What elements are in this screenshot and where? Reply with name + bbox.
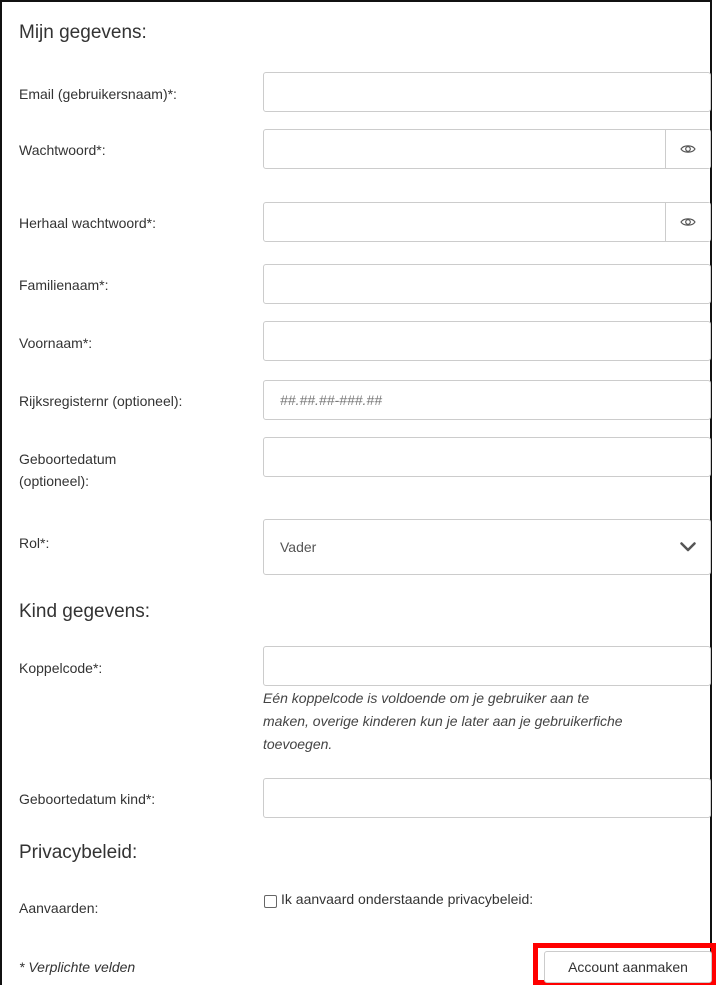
child-birthdate-label: Geboortedatum kind*: [19, 791, 156, 807]
lastname-field[interactable] [263, 264, 711, 304]
birthdate-label-line1: Geboortedatum [19, 451, 117, 467]
role-select[interactable]: Vader [263, 519, 711, 575]
show-password-repeat-toggle[interactable] [665, 203, 710, 241]
accept-label: Aanvaarden: [19, 900, 99, 916]
eye-icon [680, 145, 696, 153]
email-label: Email (gebruikersnaam)*: [19, 86, 177, 102]
password-repeat-field[interactable] [263, 202, 711, 242]
firstname-field[interactable] [263, 321, 711, 361]
section-title-privacybeleid: Privacybeleid: [19, 842, 138, 863]
link-code-help-line2: maken, overige kinderen kun je later aan… [263, 713, 623, 729]
show-password-toggle[interactable] [665, 130, 710, 168]
password-field[interactable] [263, 129, 711, 169]
eye-icon [680, 218, 696, 226]
password-repeat-label: Herhaal wachtwoord*: [19, 215, 156, 231]
lastname-label: Familienaam*: [19, 277, 109, 293]
email-field[interactable] [263, 72, 711, 112]
chevron-down-icon [680, 542, 696, 552]
password-label: Wachtwoord*: [19, 142, 106, 158]
link-code-help-line1: Eén koppelcode is voldoende om je gebrui… [263, 690, 590, 706]
section-title-kind-gegevens: Kind gegevens: [19, 601, 150, 622]
accept-privacy-checkbox-label[interactable]: Ik aanvaard onderstaande privacybeleid: [281, 891, 533, 907]
create-account-button[interactable]: Account aanmaken [544, 951, 712, 983]
section-title-mijn-gegevens: Mijn gegevens: [19, 22, 147, 43]
link-code-label: Koppelcode*: [19, 660, 103, 676]
birthdate-label-line2: (optioneel): [19, 473, 90, 489]
child-birthdate-field[interactable] [263, 778, 711, 818]
accept-privacy-checkbox[interactable] [264, 895, 277, 908]
firstname-label: Voornaam*: [19, 335, 93, 351]
link-code-help-line3: toevoegen. [263, 736, 333, 752]
role-selected-value: Vader [280, 539, 317, 555]
national-id-placeholder: ##.##.##-###.## [280, 392, 382, 408]
national-id-field[interactable]: ##.##.##-###.## [263, 380, 711, 420]
national-id-label: Rijksregisternr (optioneel): [19, 393, 183, 409]
role-label: Rol*: [19, 535, 50, 551]
birthdate-field[interactable] [263, 437, 711, 477]
link-code-field[interactable] [263, 646, 711, 686]
required-fields-note: * Verplichte velden [19, 959, 136, 975]
